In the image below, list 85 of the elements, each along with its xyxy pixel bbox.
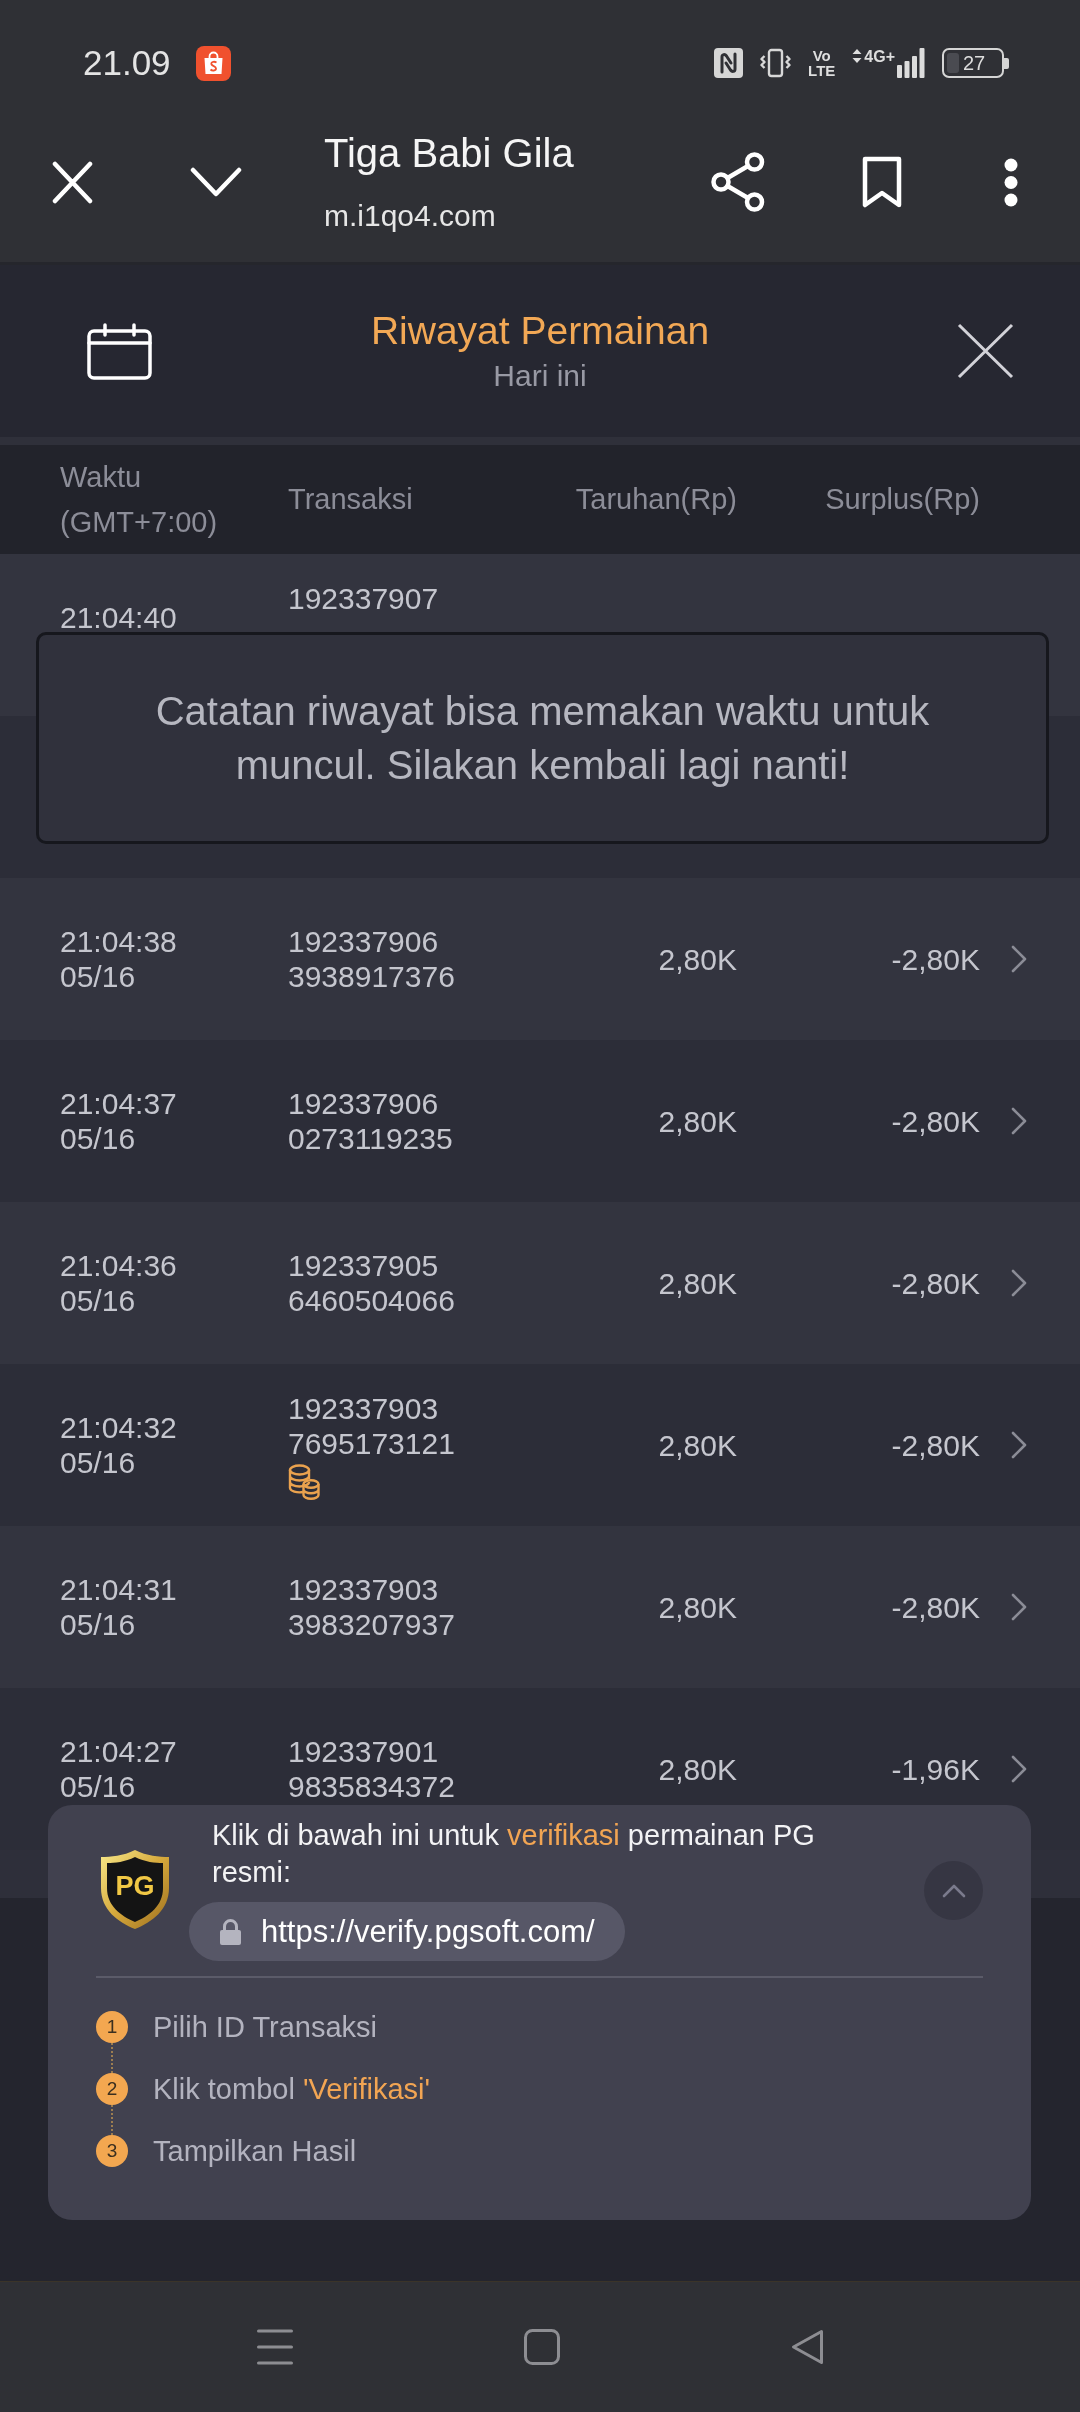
table-row[interactable]: 21:04:31 05/16 192337903 3983207937 2,80K -2,80K bbox=[0, 1526, 1080, 1688]
transaction-id: 0273119235 bbox=[288, 1121, 453, 1156]
surplus-amount: -2,80K bbox=[891, 941, 980, 977]
vibrate-icon bbox=[760, 48, 792, 78]
share-icon[interactable] bbox=[711, 152, 765, 212]
transaction-id: 6460504066 bbox=[288, 1283, 455, 1318]
surplus-amount: -2,80K bbox=[891, 1427, 980, 1463]
step-number-badge: 2 bbox=[96, 2073, 128, 2105]
bet-amount: 2,80K bbox=[658, 941, 737, 977]
transaction-id: 192337903 bbox=[288, 1572, 439, 1607]
time-text: 21:04:27 bbox=[60, 1734, 177, 1769]
column-header: Waktu (GMT+7:00) bbox=[60, 459, 219, 540]
history-title: Riwayat Permainan bbox=[370, 308, 710, 354]
bet-amount: 2,80K bbox=[658, 1103, 737, 1139]
close-icon[interactable] bbox=[957, 323, 1014, 379]
date-text: 05/16 bbox=[60, 1769, 136, 1804]
time-text: 21:04:31 bbox=[60, 1572, 177, 1607]
network-type-label: 4G+ bbox=[864, 48, 895, 65]
step-text: Pilih ID Transaksi bbox=[153, 2010, 377, 2045]
status-time: 21.09 bbox=[83, 43, 171, 83]
date-text: 05/16 bbox=[60, 1121, 136, 1156]
shopping-bag-app-icon bbox=[195, 45, 231, 81]
signal-bars-icon bbox=[897, 48, 925, 78]
chevron-down-icon[interactable] bbox=[190, 166, 242, 198]
chevron-right-icon bbox=[1010, 1268, 1028, 1298]
battery-indicator: 27 bbox=[942, 48, 1009, 78]
column-header: Transaksi bbox=[288, 482, 413, 517]
verify-url-link[interactable]: https://verify.pgsoft.com/ bbox=[189, 1902, 625, 1961]
transaction-id: 3983207937 bbox=[288, 1607, 455, 1642]
transaction-id: 9835834372 bbox=[288, 1769, 455, 1804]
chevron-right-icon bbox=[1010, 1430, 1028, 1460]
bet-amount: 2,80K bbox=[658, 1589, 737, 1625]
surplus-amount: -1,96K bbox=[891, 1751, 980, 1787]
surplus-amount: -2,80K bbox=[891, 1589, 980, 1625]
table-row[interactable]: 21:04:37 05/16 192337906 0273119235 2,80K -2,80K bbox=[0, 1040, 1080, 1202]
transaction-id: 3938917376 bbox=[288, 959, 455, 994]
date-text: 05/16 bbox=[60, 1283, 136, 1318]
time-text: 21:04:38 bbox=[60, 924, 177, 959]
transaction-id: 192337906 bbox=[288, 924, 439, 959]
transaction-id: 192337905 bbox=[288, 1248, 439, 1283]
menu-icon[interactable] bbox=[257, 2329, 293, 2365]
page-url: m.i1qo4.com bbox=[324, 198, 496, 234]
step-number-badge: 1 bbox=[96, 2011, 128, 2043]
step-text: Tampilkan Hasil bbox=[153, 2134, 357, 2169]
date-text: 05/16 bbox=[60, 959, 136, 994]
step-number-badge: 3 bbox=[96, 2135, 128, 2167]
time-text: 21:04:32 bbox=[60, 1410, 177, 1445]
data-arrows-icon bbox=[852, 48, 863, 64]
table-row[interactable]: 21:04:38 05/16 192337906 3938917376 2,80K -2,80K bbox=[0, 878, 1080, 1040]
nfc-icon bbox=[714, 48, 744, 78]
surplus-amount: -2,80K bbox=[891, 1265, 980, 1301]
column-header: Taruhan(Rp) bbox=[575, 482, 737, 517]
home-icon[interactable] bbox=[524, 2329, 560, 2365]
more-options-icon[interactable] bbox=[1004, 157, 1018, 207]
surplus-amount: -2,80K bbox=[891, 1103, 980, 1139]
date-filter-label: Hari ini bbox=[493, 358, 587, 394]
bookmark-icon[interactable] bbox=[861, 155, 903, 209]
notice-toast: Catatan riwayat bisa memakan waktu untuk muncul. Silakan kembali lagi nanti! bbox=[36, 632, 1049, 844]
transaction-id: 192337901 bbox=[288, 1734, 439, 1769]
chevron-right-icon bbox=[1010, 944, 1028, 974]
table-row[interactable]: 21:04:36 05/16 192337905 6460504066 2,80K -2,80K bbox=[0, 1202, 1080, 1364]
column-header: Surplus(Rp) bbox=[825, 482, 980, 517]
step-text: Klik tombol 'Verifikasi' bbox=[153, 2072, 430, 2107]
page-title: Tiga Babi Gila bbox=[324, 130, 574, 176]
bet-amount: 2,80K bbox=[658, 1751, 737, 1787]
date-text: 05/16 bbox=[60, 1607, 136, 1642]
transaction-id: 192337903 bbox=[288, 1390, 439, 1426]
time-text: 21:04:40 bbox=[60, 600, 177, 635]
chevron-right-icon bbox=[1010, 1106, 1028, 1136]
time-text: 21:04:37 bbox=[60, 1086, 177, 1121]
transaction-id: 192337906 bbox=[288, 1086, 439, 1121]
chevron-right-icon bbox=[1010, 1592, 1028, 1622]
lock-icon bbox=[219, 1917, 242, 1946]
time-text: 21:04:36 bbox=[60, 1248, 177, 1283]
bet-amount: 2,80K bbox=[658, 1427, 737, 1463]
pg-shield-logo: PG bbox=[98, 1848, 172, 1931]
transaction-id: 7695173121 bbox=[288, 1425, 455, 1461]
bet-amount: 2,80K bbox=[658, 1265, 737, 1301]
volte-indicator: Vo LTE bbox=[808, 48, 836, 78]
chevron-right-icon bbox=[1010, 1754, 1028, 1784]
back-icon[interactable] bbox=[791, 2329, 824, 2365]
transaction-id: 192337907 bbox=[288, 581, 439, 616]
calendar-icon[interactable] bbox=[87, 322, 152, 380]
date-text: 05/16 bbox=[60, 1445, 136, 1480]
table-row[interactable]: 21:04:32 05/16 192337903 7695173121 2,80K -2,80K bbox=[0, 1364, 1080, 1526]
